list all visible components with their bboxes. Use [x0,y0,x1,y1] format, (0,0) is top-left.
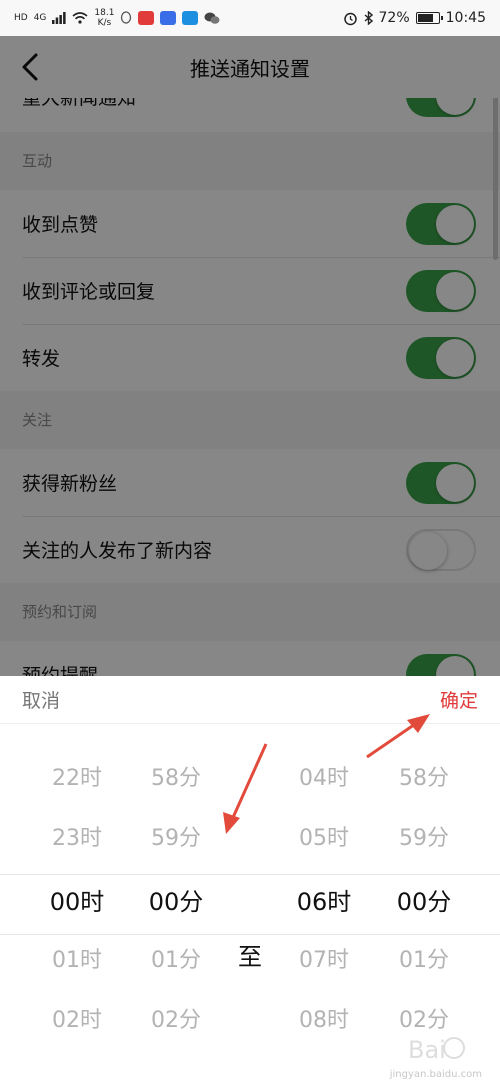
network-type: 4G [33,13,47,23]
picker-item[interactable]: 22时 [27,760,127,792]
browser-app-icon [182,11,199,25]
picker-item[interactable]: 58分 [126,760,226,792]
picker-item[interactable]: 01时 [27,942,127,974]
picker-column-end-hour[interactable]: 04时 05时 06时 07时 08时 [274,724,374,1084]
picker-column-start-minute[interactable]: 58分 59分 00分 01分 02分 [126,724,226,1084]
time-range-picker-sheet: 取消 确定 至 22时 23时 00时 01时 02时 58分 59分 00分 01分 02分 04… [0,676,500,1084]
toutiao-app-icon [138,11,155,25]
picker-item[interactable]: 07时 [274,942,374,974]
svg-text:Bai: Bai [408,1036,446,1064]
range-separator: 至 [238,943,262,971]
picker-item[interactable]: 01分 [126,942,226,974]
battery-percent: 72% [378,10,410,26]
picker-item[interactable]: 59分 [126,820,226,852]
picker-item[interactable]: 02时 [27,1002,127,1034]
status-left: HD 4G 18.1 K/s [14,8,220,28]
cancel-button[interactable]: 取消 [22,686,60,713]
picker-item[interactable]: 01分 [374,942,474,974]
messaging-app-icon [160,11,177,25]
bluetooth-icon [364,11,373,25]
picker-column-start-hour[interactable]: 22时 23时 00时 01时 02时 [27,724,127,1084]
qq-app-icon [121,11,132,24]
signal-icon [52,12,67,24]
picker-item[interactable]: 58分 [374,760,474,792]
picker-item[interactable]: 02分 [126,1002,226,1034]
picker-item[interactable]: 23时 [27,820,127,852]
network-speed: 18.1 K/s [94,8,114,28]
picker-item[interactable]: 05时 [274,820,374,852]
picker-selected-item[interactable]: 06时 [274,882,374,917]
confirm-button[interactable]: 确定 [440,686,478,713]
wechat-icon [204,12,220,24]
picker-selected-item[interactable]: 00分 [126,882,226,917]
alarm-icon [343,12,357,25]
picker-item[interactable]: 04时 [274,760,374,792]
hd-indicator: HD [14,13,28,23]
picker-toolbar: 取消 确定 [0,676,500,724]
battery-level [417,14,434,22]
picker-item[interactable]: 08时 [274,1002,374,1034]
baidu-watermark-logo: Bai [408,1036,465,1064]
modal-overlay[interactable] [0,36,500,676]
battery-icon [415,12,443,24]
network-speed-value: 18.1 [94,8,115,18]
picker-item[interactable]: 59分 [374,820,474,852]
status-bar: HD 4G 18.1 K/s 72% 10:45 [0,0,500,36]
watermark-url: jingyan.baidu.com [389,1069,482,1080]
network-speed-unit: K/s [97,18,112,28]
picker-selected-item[interactable]: 00时 [27,882,127,917]
wifi-icon [72,12,88,24]
phone-screen: 重大新闻通知 互动 收到点赞 收到评论或回复 转发 关注 获得新粉丝 关注的人发… [0,0,500,1084]
picker-selected-item[interactable]: 00分 [374,882,474,917]
status-right: 72% 10:45 [343,10,486,26]
clock: 10:45 [445,10,486,26]
